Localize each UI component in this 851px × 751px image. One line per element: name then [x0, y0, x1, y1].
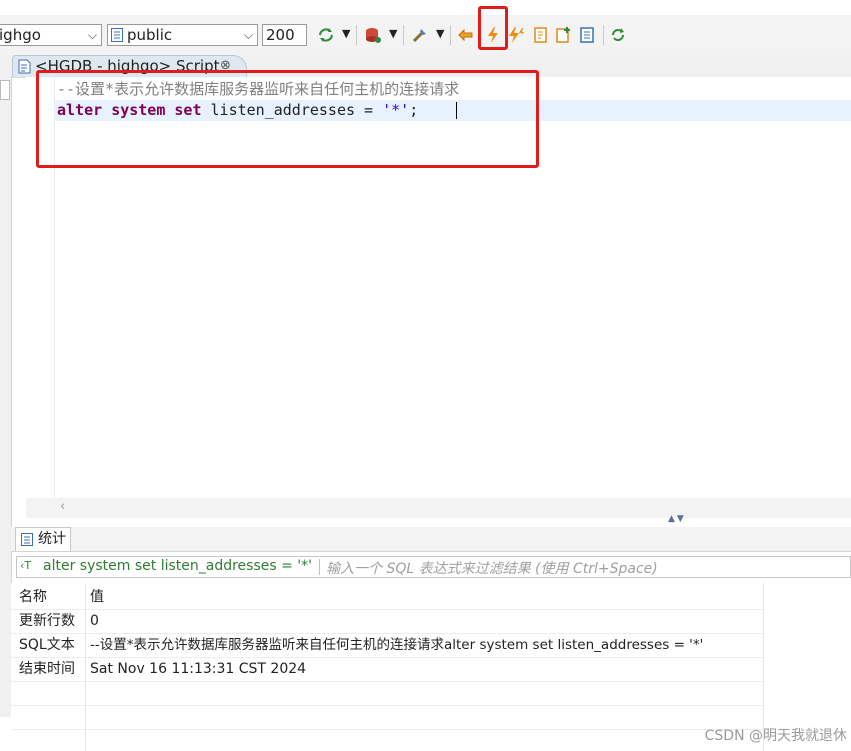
- refresh-schema-icon[interactable]: [317, 26, 335, 44]
- chevron-down-icon: ⌵: [243, 28, 253, 42]
- commit-icon[interactable]: [364, 26, 382, 44]
- column-header-value[interactable]: 值: [90, 585, 104, 609]
- tab-statistics-label: 统计: [38, 531, 66, 547]
- tools-icon[interactable]: [411, 26, 429, 44]
- max-rows-value: 200: [266, 26, 295, 44]
- filter-placeholder[interactable]: 输入一个 SQL 表达式来过滤结果 (使用 Ctrl+Space): [326, 558, 658, 577]
- table-row[interactable]: 结束时间 Sat Nov 16 11:13:31 CST 2024: [11, 657, 763, 682]
- row-value: --设置*表示允许数据库服务器监听来自任何主机的连接请求alter system…: [90, 637, 704, 653]
- collapse-panel-handle[interactable]: [0, 80, 10, 100]
- row-name: 结束时间: [19, 661, 75, 677]
- database-combo[interactable]: ighgo ⌵: [0, 24, 102, 46]
- schema-combo[interactable]: public ⌵: [107, 24, 258, 46]
- toolbar-separator: [403, 25, 404, 45]
- highlight-box-execute: [478, 6, 508, 50]
- toolbar-separator: [356, 25, 357, 45]
- refresh-dropdown-icon[interactable]: ▼: [342, 27, 350, 40]
- filter-separator: [319, 559, 320, 575]
- tools-dropdown-icon[interactable]: ▼: [436, 27, 444, 40]
- filter-sql-icon: ‹T: [20, 559, 32, 572]
- statistics-icon: [21, 533, 33, 546]
- refresh-icon[interactable]: [609, 26, 627, 44]
- table-row[interactable]: 更新行数 0: [11, 609, 763, 634]
- execute-script-icon[interactable]: [507, 26, 525, 44]
- table-row-empty: [11, 681, 763, 706]
- chevron-down-icon: ⌵: [87, 28, 97, 42]
- row-value: Sat Nov 16 11:13:31 CST 2024: [90, 661, 307, 677]
- row-value: 0: [90, 613, 99, 629]
- toolbar-separator: [450, 25, 451, 45]
- maximize-restore-icon[interactable]: ▲▼: [668, 514, 686, 524]
- new-script-icon[interactable]: [555, 26, 573, 44]
- toolbar-separator: [603, 25, 604, 45]
- main-toolbar: ighgo ⌵ public ⌵ 200 ▼ ▼ ▼: [0, 15, 851, 55]
- commit-dropdown-icon[interactable]: ▼: [389, 27, 397, 40]
- explain-icon[interactable]: [532, 26, 550, 44]
- table-row-empty: [11, 705, 763, 730]
- schema-combo-value: public: [127, 26, 173, 44]
- grid-column-separator: [85, 583, 86, 751]
- highlight-box-code: [36, 70, 539, 168]
- filter-current-query: alter system set listen_addresses = '*': [43, 558, 312, 574]
- grid-header-row: 名称 值: [11, 585, 763, 610]
- format-icon[interactable]: [578, 26, 596, 44]
- row-name: SQL文本: [19, 637, 75, 653]
- results-filter-bar[interactable]: ‹T alter system set listen_addresses = '…: [16, 556, 851, 578]
- script-file-icon: [18, 59, 31, 74]
- csdn-watermark: CSDN @明天我就退休: [704, 728, 847, 744]
- max-rows-input[interactable]: 200: [262, 24, 307, 46]
- scroll-left-icon[interactable]: ‹: [60, 499, 65, 514]
- row-name: 更新行数: [19, 613, 75, 629]
- table-row[interactable]: SQL文本 --设置*表示允许数据库服务器监听来自任何主机的连接请求alter …: [11, 633, 763, 658]
- back-icon[interactable]: [457, 26, 475, 44]
- schema-icon: [111, 28, 123, 42]
- editor-horizontal-scrollbar[interactable]: ‹: [26, 498, 851, 518]
- database-combo-value: ighgo: [0, 26, 41, 44]
- column-header-name[interactable]: 名称: [19, 585, 47, 609]
- results-tab-bar: 统计: [11, 527, 851, 552]
- tab-statistics[interactable]: 统计: [15, 527, 71, 551]
